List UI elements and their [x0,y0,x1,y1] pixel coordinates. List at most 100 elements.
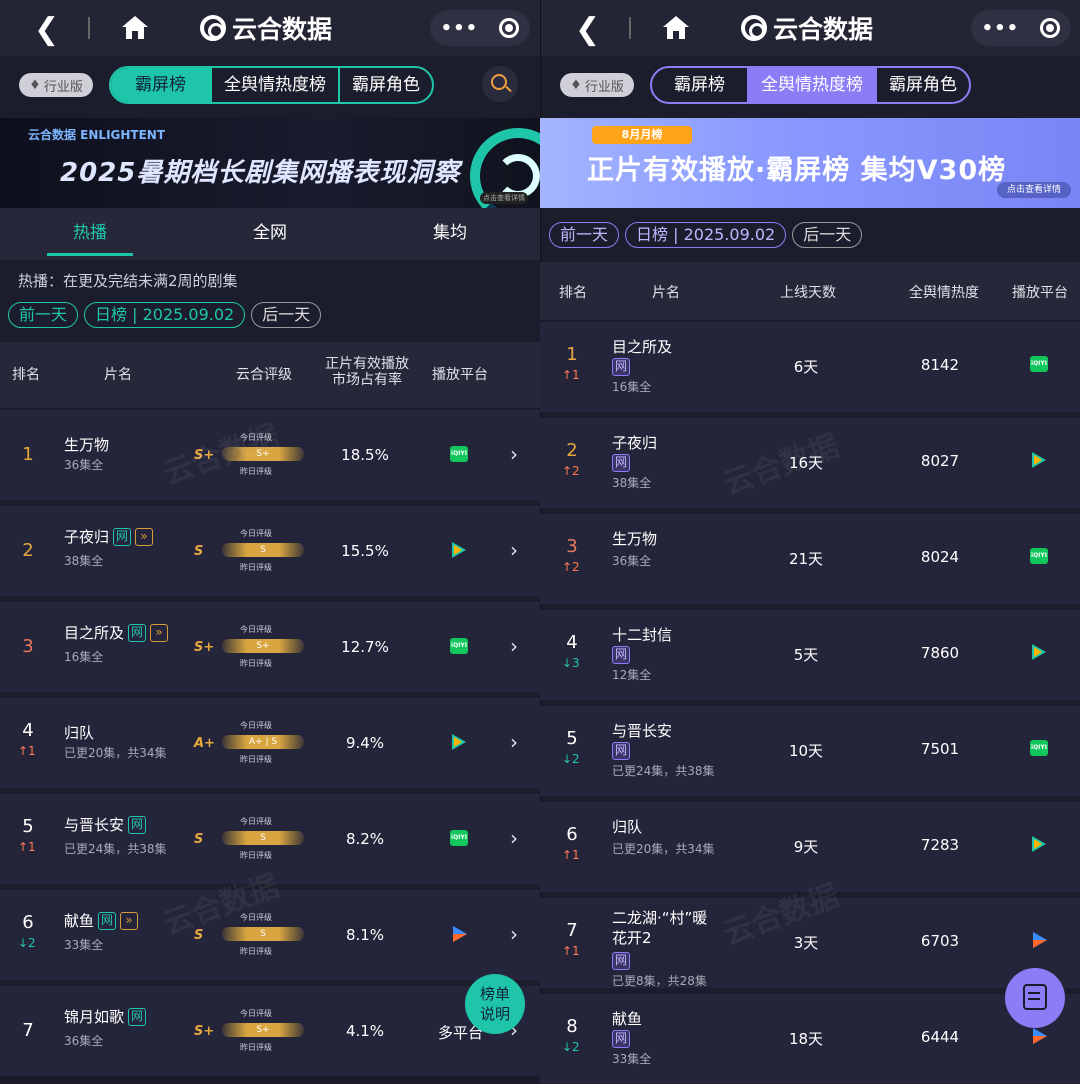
back-icon[interactable]: ❮ [34,12,59,47]
home-icon[interactable] [662,14,690,40]
banner-month-tag: 8月月榜 [592,126,692,144]
tencent-video-icon [450,542,468,558]
rank-change: ↑1 [562,848,580,862]
tab-baping-role[interactable]: 霸屏角色 [877,68,969,102]
next-day-button[interactable]: 后一天 [251,302,322,328]
edition-badge[interactable]: ♦ 行业版 [560,73,634,97]
vip-tag-icon: » [120,911,139,930]
tab-bapingbang[interactable]: 霸屏榜 [652,68,747,102]
notes-button[interactable] [1005,968,1065,1028]
search-button[interactable] [482,66,518,102]
table-row[interactable]: 1 ↑1 目之所及网 16集全 6天 8142 iQIYI [540,322,1080,412]
subtab-hot[interactable]: 热播 [0,208,180,260]
next-day-button[interactable]: 后一天 [792,222,863,248]
subtab-per-ep[interactable]: 集均 [360,208,540,260]
close-target-icon[interactable] [499,18,520,38]
episode-info: 16集全 [64,650,104,664]
mini-program-capsule: ••• [430,10,530,46]
market-share: 12.7% [341,638,389,656]
tencent-video-icon [1030,452,1048,468]
more-icon[interactable]: ••• [441,18,479,39]
board-explain-button[interactable]: 榜单说明 [465,974,525,1034]
heat-value: 7501 [920,740,960,758]
promo-banner[interactable]: 云合数据 ENLIGHTENT 2025暑期档长剧集网播表现洞察 点击查看详情 [0,118,540,208]
online-days: 21天 [788,550,824,568]
tab-baping-role[interactable]: 霸屏角色 [340,68,432,102]
brand-logo-icon [200,15,226,41]
yesterday-grade-label: 昨日评级 [240,1043,272,1052]
rank-change: ↓2 [562,752,580,766]
rank-number: 7 [566,920,578,941]
today-grade-label: 今日评级 [240,1009,272,1018]
date-selector[interactable]: 日榜 | 2025.09.02 [84,302,246,328]
banner-logo: 云合数据 ENLIGHTENT [28,128,166,142]
chevron-right-icon[interactable]: › [510,634,518,658]
more-icon[interactable]: ••• [982,18,1020,39]
online-days: 18天 [788,1030,824,1048]
brand: 云合数据 [200,10,332,46]
table-row[interactable]: 2 子夜归网» 38集全 S 今日评级 S 昨日评级 15.5% › [0,506,540,596]
close-target-icon[interactable] [1040,18,1061,38]
drama-title-group: 锦月如歌网 [64,1006,147,1027]
chevron-right-icon[interactable]: › [510,730,518,754]
banner-detail-link[interactable]: 点击查看详情 [997,182,1071,198]
subtab-all[interactable]: 全网 [180,208,360,260]
episode-info: 已更20集，共34集 [612,842,715,856]
episode-info: 33集全 [612,1052,652,1066]
prev-day-button[interactable]: 前一天 [8,302,79,328]
network-tag: 网 [612,358,630,376]
rank-number: 5 [566,728,578,749]
header-days: 上线天数 [780,285,836,301]
table-row[interactable]: 5 ↓2 与晋长安网已更24集，共38集 10天 7501 iQIYI [540,706,1080,796]
date-selector[interactable]: 日榜 | 2025.09.02 [625,222,787,248]
edition-badge[interactable]: ♦ 行业版 [19,73,93,97]
table-row[interactable]: 3 ↑2 生万物 36集全 21天 8024 iQIYI [540,514,1080,604]
today-grade-label: 今日评级 [240,721,272,730]
chevron-right-icon[interactable]: › [510,826,518,850]
date-bar: 前一天 日榜 | 2025.09.02 后一天 [549,222,863,248]
promo-banner[interactable]: 8月月榜 正片有效播放·霸屏榜 集均V30榜 点击查看详情 [540,118,1080,208]
rank-number: 3 [22,636,34,657]
brand-logo-icon [741,15,767,41]
drama-title: 归队 [64,724,95,742]
chevron-right-icon[interactable]: › [510,538,518,562]
tab-bapingbang[interactable]: 霸屏榜 [111,68,210,102]
table-row[interactable]: 8 ↓2 献鱼网 33集全 18天 6444 [540,994,1080,1084]
chevron-right-icon[interactable]: › [510,442,518,466]
back-icon[interactable]: ❮ [575,12,600,47]
rank-change: ↓2 [562,1040,580,1054]
rank-change: ↑1 [562,944,580,958]
prev-day-button[interactable]: 前一天 [549,222,620,248]
table-row[interactable]: 3 目之所及网» 16集全 S+ 今日评级 S+ 昨日评级 12.7% iQIYI › [0,602,540,692]
table-row[interactable]: 4 ↓3 十二封信网 12集全 5天 7860 [540,610,1080,700]
drama-title: 十二封信 [612,626,673,644]
diamond-icon: ♦ [570,77,582,93]
heat-value: 8027 [920,452,960,470]
today-grade-label: 今日评级 [240,817,272,826]
edition-label: 行业版 [584,79,624,95]
drama-title-group: 目之所及网» [64,622,169,643]
banner-detail-link[interactable]: 点击查看详情 [480,192,528,204]
youku-icon [1030,1028,1048,1044]
home-icon[interactable] [121,14,149,40]
date-bar: 前一天 日榜 | 2025.09.02 后一天 [8,302,322,328]
yesterday-grade-label: 昨日评级 [240,755,272,764]
divider [88,17,90,39]
table-header: 排名 片名 云合评级 正片有效播放 市场占有率 播放平台 [0,342,540,408]
network-tag: 网 [98,911,117,930]
episode-info: 12集全 [612,668,652,682]
tab-quanyuqing[interactable]: 全舆情热度榜 [747,68,877,102]
drama-title: 归队 [612,818,643,836]
rank-number: 6 [566,824,578,845]
episode-info: 已更24集，共38集 [64,842,167,856]
chevron-right-icon[interactable]: › [510,922,518,946]
vip-tag-icon: » [150,623,169,642]
heat-value: 7283 [920,836,960,854]
header-share: 正片有效播放 市场占有率 [325,356,409,388]
header-name: 片名 [652,285,680,301]
tab-quanyuqing[interactable]: 全舆情热度榜 [210,68,340,102]
table-row[interactable]: 4 ↑1 归队 已更20集，共34集 A+ 今日评级 A+ | S 昨日评级 9.4% › [0,698,540,788]
table-row[interactable]: 7 锦月如歌网 36集全 S+ 今日评级 S+ 昨日评级 4.1% 多平台 › [0,986,540,1076]
tencent-video-icon [1030,644,1048,660]
sub-tabs: 热播 全网 集均 [0,208,540,260]
